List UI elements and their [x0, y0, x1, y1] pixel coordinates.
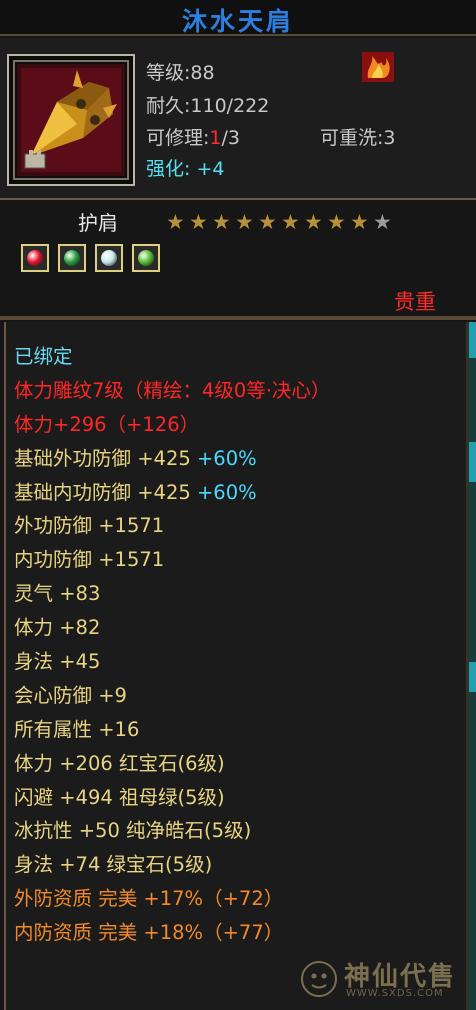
attribute-row: 身法 +74 绿宝石(5级) — [14, 853, 213, 877]
star-filled-icon: ★ — [189, 210, 208, 234]
watermark-logo-icon — [301, 961, 337, 997]
shoulder-armor-icon — [17, 64, 125, 176]
star-filled-icon: ★ — [166, 210, 185, 234]
attribute-row: 基础内功防御 +425 +60% — [14, 480, 257, 504]
diamond-gem-icon[interactable] — [95, 244, 123, 272]
item-icon-frame[interactable] — [7, 54, 135, 186]
attribute-bonus: +60% — [190, 446, 257, 470]
gem-slots — [21, 244, 169, 272]
item-header: 等级:88 耐久:110/222 可修理:1/3 可重洗:3 强化: +4 — [0, 38, 476, 200]
star-filled-icon: ★ — [350, 210, 369, 234]
attribute-row: 冰抗性 +50 纯净皓石(5级) — [14, 819, 252, 843]
attribute-row: 体力雕纹7级（精绘：4级0等·决心） — [14, 378, 331, 402]
attribute-row: 闪避 +494 祖母绿(5级) — [14, 785, 225, 809]
attribute-row: 基础外功防御 +425 +60% — [14, 446, 257, 470]
attribute-panel: 已绑定体力雕纹7级（精绘：4级0等·决心） 体力+296（+126） 基础外功防御 … — [4, 322, 468, 1010]
attribute-row: 所有属性 +16 — [14, 717, 140, 741]
enhance-text: 强化: +4 — [146, 158, 225, 180]
star-filled-icon: ★ — [327, 210, 346, 234]
star-filled-icon: ★ — [281, 210, 300, 234]
scrollbar[interactable] — [466, 322, 476, 1010]
ruby-gem-icon[interactable] — [21, 244, 49, 272]
attribute-row: 体力+296（+126） — [14, 412, 200, 436]
watermark-url: WWW.SXDS.COM — [346, 988, 444, 999]
star-empty-icon: ★ — [373, 210, 392, 234]
star-filled-icon: ★ — [258, 210, 277, 234]
attribute-row: 内防资质 完美 +18%（+77） — [14, 921, 284, 945]
item-tooltip: 沐水天肩 等级:88 耐久:110/222 可修理:1/3 可重洗:3 强化: … — [0, 0, 476, 1010]
green-gem-icon[interactable] — [132, 244, 160, 272]
attribute-row: 已绑定 — [14, 345, 73, 368]
attribute-row: 会心防御 +9 — [14, 683, 127, 707]
reforge-text: 可重洗:3 — [320, 127, 396, 149]
attribute-row: 外功防御 +1571 — [14, 514, 165, 538]
attribute-row: 体力 +206 红宝石(6级) — [14, 751, 225, 775]
repair-current: 1 — [209, 127, 222, 149]
section-divider — [0, 316, 476, 320]
repair-text: 可修理:1/3 — [146, 127, 240, 149]
emerald-gem-icon[interactable] — [58, 244, 86, 272]
star-filled-icon: ★ — [304, 210, 323, 234]
watermark: 神仙代售 WWW.SXDS.COM — [298, 956, 468, 1004]
star-filled-icon: ★ — [212, 210, 231, 234]
attribute-row: 身法 +45 — [14, 650, 101, 674]
title-bar: 沐水天肩 — [0, 0, 476, 36]
star-filled-icon: ★ — [235, 210, 254, 234]
star-rating: ★ ★ ★ ★ ★ ★ ★ ★ ★ ★ — [166, 210, 396, 234]
attribute-row: 体力 +82 — [14, 616, 101, 640]
durability-text: 耐久:110/222 — [146, 95, 270, 117]
item-name: 沐水天肩 — [181, 7, 294, 36]
quality-label: 贵重 — [394, 290, 436, 314]
attribute-list: 已绑定体力雕纹7级（精绘：4级0等·决心） 体力+296（+126） 基础外功防御 … — [14, 340, 330, 950]
level-text: 等级:88 — [146, 62, 215, 84]
slot-type-label: 护肩 — [78, 211, 118, 235]
attribute-bonus: +60% — [190, 480, 257, 504]
attribute-row: 灵气 +83 — [14, 582, 101, 606]
attribute-row: 内功防御 +1571 — [14, 548, 165, 572]
flame-badge-icon — [362, 52, 394, 82]
attribute-row: 外防资质 完美 +17%（+72） — [14, 887, 284, 911]
